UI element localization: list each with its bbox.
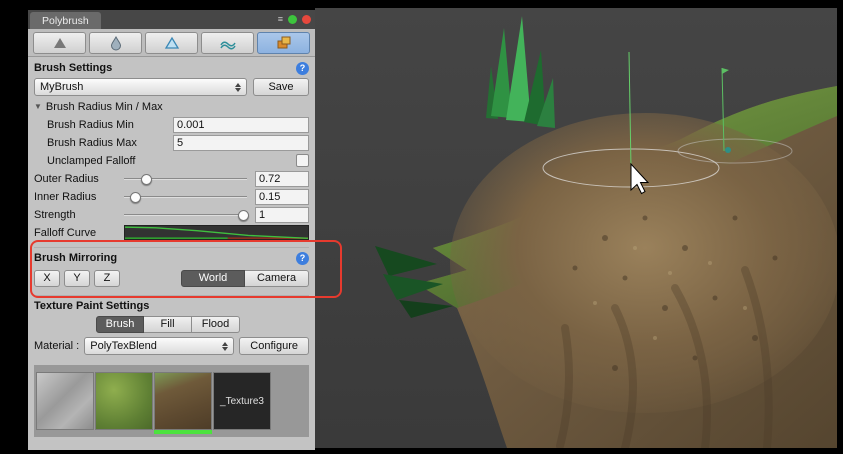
paint-mode-flood[interactable]: Flood — [192, 316, 240, 333]
brush-settings-title: Brush Settings — [34, 62, 112, 74]
window-titlebar[interactable]: Polybrush ≡ — [28, 10, 315, 29]
save-button[interactable]: Save — [253, 78, 309, 96]
material-dropdown[interactable]: PolyTexBlend — [84, 337, 234, 355]
falloff-curve-label: Falloff Curve — [34, 227, 120, 239]
mirror-x-button[interactable]: X — [34, 270, 60, 287]
texture-swatch-3[interactable]: _Texture3 — [213, 372, 271, 430]
outer-radius-label: Outer Radius — [34, 173, 120, 185]
material-label: Material : — [34, 340, 79, 352]
unclamped-falloff-label: Unclamped Falloff — [47, 155, 135, 167]
material-row: Material : PolyTexBlend Configure — [34, 336, 309, 356]
unclamped-falloff-checkbox[interactable] — [296, 154, 309, 167]
brush-radius-min-label: Brush Radius Min — [47, 119, 134, 131]
brush-radius-max-field[interactable]: 5 — [173, 135, 309, 151]
paint-mode-fill[interactable]: Fill — [144, 316, 192, 333]
scene-viewport[interactable] — [315, 8, 837, 448]
texture-paint-title: Texture Paint Settings — [34, 300, 149, 312]
help-icon[interactable]: ? — [296, 252, 309, 265]
tab-smooth[interactable] — [89, 32, 142, 54]
brush-preset-dropdown[interactable]: MyBrush — [34, 78, 247, 96]
brush-mirroring-header: Brush Mirroring ? — [34, 247, 309, 267]
strength-slider[interactable] — [124, 208, 247, 221]
inner-radius-label: Inner Radius — [34, 191, 120, 203]
inner-radius-row: Inner Radius 0.15 — [34, 188, 309, 205]
polybrush-window: Polybrush ≡ — [28, 10, 315, 450]
material-value: PolyTexBlend — [90, 340, 217, 352]
brush-radius-min-row: Brush Radius Min 0.001 — [34, 116, 309, 133]
outer-radius-slider[interactable] — [124, 172, 247, 185]
texture-swatch-1[interactable] — [95, 372, 153, 430]
paint-mode-row: Brush Fill Flood — [34, 315, 309, 333]
texture-swatch-0[interactable] — [36, 372, 94, 430]
texture-palette: _Texture3 — [34, 365, 309, 437]
texture-strength-bar — [154, 430, 212, 434]
strength-label: Strength — [34, 209, 120, 221]
tab-scatter[interactable] — [201, 32, 254, 54]
window-maximize-icon[interactable] — [288, 15, 297, 24]
outer-radius-row: Outer Radius 0.72 — [34, 170, 309, 187]
help-icon[interactable]: ? — [296, 62, 309, 75]
strength-field[interactable]: 1 — [255, 207, 309, 223]
panel-content: Brush Settings ? MyBrush Save ▼ Brush Ra… — [28, 57, 315, 450]
falloff-curve-field[interactable] — [124, 225, 309, 240]
mirror-z-button[interactable]: Z — [94, 270, 120, 287]
wave-icon — [220, 35, 236, 51]
mode-toolbar — [28, 29, 315, 57]
droplet-icon — [108, 35, 124, 51]
mirror-controls-row: X Y Z World Camera — [34, 267, 309, 289]
inner-radius-slider[interactable] — [124, 190, 247, 203]
foldout-arrow-icon: ▼ — [34, 102, 42, 111]
dropdown-arrows-icon — [221, 341, 228, 352]
terrain-render — [315, 8, 837, 448]
foldout-label: Brush Radius Min / Max — [46, 101, 163, 113]
texture-bricks-icon — [276, 35, 292, 51]
mirror-space-toggle: World Camera — [181, 270, 309, 287]
unclamped-falloff-row: Unclamped Falloff — [34, 152, 309, 169]
brush-preset-row: MyBrush Save — [34, 77, 309, 97]
tab-texture-paint[interactable] — [257, 32, 310, 54]
texture-swatch-2[interactable] — [154, 372, 212, 430]
mirror-space-world[interactable]: World — [181, 270, 245, 287]
falloff-curve-row: Falloff Curve — [34, 224, 309, 241]
mirror-space-camera[interactable]: Camera — [245, 270, 309, 287]
brush-radius-max-label: Brush Radius Max — [47, 137, 137, 149]
window-menu-icon[interactable]: ≡ — [278, 15, 283, 24]
texture-swatch-label: _Texture3 — [220, 396, 264, 407]
outer-radius-field[interactable]: 0.72 — [255, 171, 309, 187]
brush-settings-header: Brush Settings ? — [34, 59, 309, 77]
brush-radius-min-field[interactable]: 0.001 — [173, 117, 309, 133]
paint-mode-brush[interactable]: Brush — [96, 316, 144, 333]
paint-mode-toggle: Brush Fill Flood — [96, 316, 240, 333]
brush-preset-value: MyBrush — [40, 81, 230, 93]
brush-radius-max-row: Brush Radius Max 5 — [34, 134, 309, 151]
inner-radius-field[interactable]: 0.15 — [255, 189, 309, 205]
tab-color-paint[interactable] — [145, 32, 198, 54]
window-tab[interactable]: Polybrush — [30, 12, 101, 29]
texture-paint-header: Texture Paint Settings — [34, 295, 309, 315]
configure-button[interactable]: Configure — [239, 337, 309, 355]
falloff-curve-icon — [125, 226, 308, 239]
strength-row: Strength 1 — [34, 206, 309, 223]
mirror-y-button[interactable]: Y — [64, 270, 90, 287]
sculpt-icon — [52, 35, 68, 51]
window-close-icon[interactable] — [302, 15, 311, 24]
tab-sculpt[interactable] — [33, 32, 86, 54]
radius-foldout[interactable]: ▼ Brush Radius Min / Max — [34, 98, 309, 115]
paint-triangle-icon — [164, 35, 180, 51]
brush-mirroring-title: Brush Mirroring — [34, 252, 117, 264]
dropdown-arrows-icon — [234, 82, 241, 93]
